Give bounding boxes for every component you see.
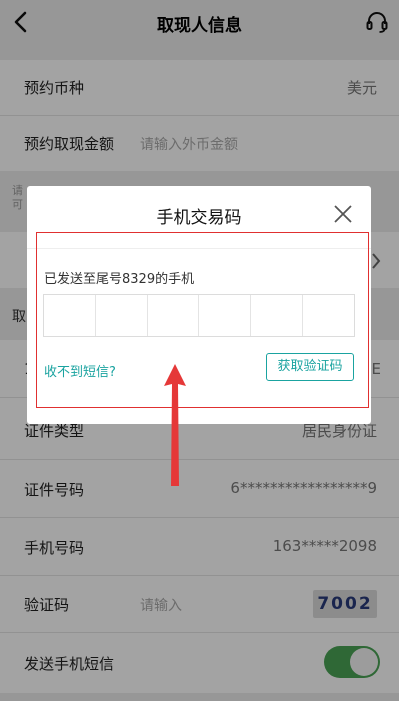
annotation-arrow-icon [164,364,186,486]
highlight-box [36,232,369,408]
close-icon[interactable] [333,204,353,224]
dialog-title: 手机交易码 [156,208,242,228]
